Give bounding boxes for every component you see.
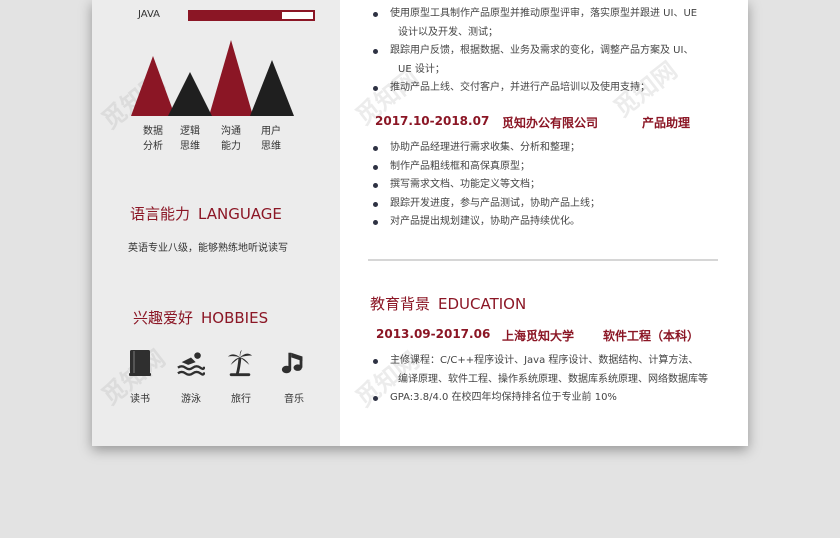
skill-bar-fill <box>190 12 283 19</box>
chart-label-line: 思维 <box>180 141 200 152</box>
chart-peak-3 <box>250 60 294 116</box>
job-2-period: 2017.10-2018.07 <box>375 114 490 128</box>
list-item-continuation: UE 设计； <box>398 63 445 75</box>
list-item: 跟踪开发进度，参与产品测试，协助产品上线； <box>368 195 728 214</box>
list-item: 撰写需求文档、功能定义等文档； <box>368 176 728 195</box>
list-item: 协助产品经理进行需求收集、分析和整理； <box>368 139 728 158</box>
list-item: 对产品提出规划建议，协助产品持续优化。 <box>368 213 728 232</box>
section-title-cn: 语言能力 <box>130 205 191 223</box>
chart-label-line: 分析 <box>143 141 163 152</box>
section-title-en: EDUCATION <box>438 295 527 313</box>
skill-bar-java <box>188 10 315 21</box>
language-description: 英语专业八级，能够熟练地听说读写 <box>128 243 288 254</box>
list-item: 制作产品粗线框和高保真原型； <box>368 158 728 177</box>
chart-label: 数据 分析 <box>133 124 173 154</box>
chart-label-line: 思维 <box>261 141 281 152</box>
job-2-bullets: 协助产品经理进行需求收集、分析和整理； 制作产品粗线框和高保真原型； 撰写需求文… <box>368 139 728 232</box>
list-item: 使用原型工具制作产品原型并推动原型评审，落实原型并跟进 UI、UE <box>368 5 728 24</box>
list-item-continuation: 编译原理、软件工程、操作系统原理、数据库系统原理、网络数据库等 <box>398 373 708 385</box>
section-title-cn: 兴趣爱好 <box>133 309 194 327</box>
hobby-label-reading: 读书 <box>130 394 150 405</box>
education-section-title: 教育背景 EDUCATION <box>370 293 526 314</box>
chart-peak-2 <box>209 40 253 116</box>
job-1-bullets: 使用原型工具制作产品原型并推动原型评审，落实原型并跟进 UI、UE 设计以及开发… <box>368 5 728 98</box>
chart-label: 用户 思维 <box>251 124 291 154</box>
section-divider <box>368 259 718 261</box>
swim-icon <box>177 352 205 376</box>
education-bullets: 主修课程：C/C++程序设计、Java 程序设计、数据结构、计算方法、 编译原理… <box>368 352 738 408</box>
section-title-en: HOBBIES <box>201 309 269 327</box>
list-item: 跟踪用户反馈，根据数据、业务及需求的变化，调整产品方案及 UI、 <box>368 42 728 61</box>
section-title-en: LANGUAGE <box>198 205 282 223</box>
hobby-label-swimming: 游泳 <box>181 394 201 405</box>
job-2-company: 觅知办公有限公司 <box>502 116 599 130</box>
chart-peak-1 <box>168 72 212 116</box>
hobbies-section-title: 兴趣爱好 HOBBIES <box>133 307 268 328</box>
chart-label-line: 用户 <box>261 126 281 137</box>
chart-label: 沟通 能力 <box>211 124 251 154</box>
language-section-title: 语言能力 LANGUAGE <box>130 203 282 224</box>
education-period: 2013.09-2017.06 <box>376 327 491 341</box>
chart-peak-0 <box>131 56 175 116</box>
skill-label-java: JAVA <box>138 9 161 20</box>
list-item-continuation: 设计以及开发、测试； <box>398 26 498 38</box>
hobby-label-travel: 旅行 <box>231 394 251 405</box>
chart-label-line: 沟通 <box>221 126 241 137</box>
palm-tree-icon <box>227 349 253 377</box>
education-major: 软件工程（本科） <box>603 329 700 343</box>
list-item: 主修课程：C/C++程序设计、Java 程序设计、数据结构、计算方法、 <box>368 352 738 371</box>
chart-label: 逻辑 思维 <box>170 124 210 154</box>
job-2-role: 产品助理 <box>642 116 691 130</box>
book-icon <box>129 350 151 376</box>
ability-chart <box>131 40 294 116</box>
list-item: 推动产品上线、交付客户，并进行产品培训以及使用支持； <box>368 79 728 98</box>
chart-label-line: 能力 <box>221 141 241 152</box>
section-title-cn: 教育背景 <box>370 295 431 313</box>
chart-label-line: 逻辑 <box>180 126 200 137</box>
education-school: 上海觅知大学 <box>502 329 575 343</box>
music-note-icon <box>281 352 303 374</box>
hobby-label-music: 音乐 <box>284 394 304 405</box>
chart-label-line: 数据 <box>143 126 163 137</box>
list-item: GPA:3.8/4.0 在校四年均保持排名位于专业前 10% <box>368 389 738 408</box>
